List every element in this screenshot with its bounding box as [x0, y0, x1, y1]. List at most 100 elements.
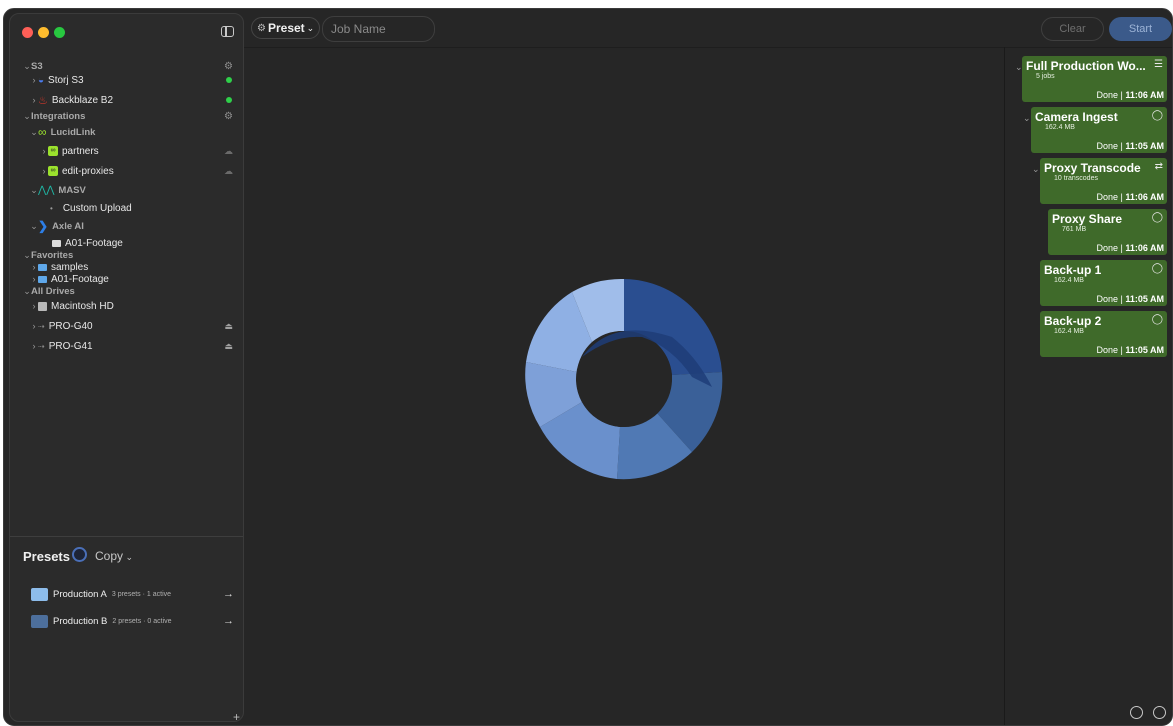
sidebar-item-pro-g41[interactable]: › ⇢ PRO-G41 ⏏ [30, 338, 243, 354]
status-dot-icon [226, 97, 232, 103]
section-label: All Drives [31, 285, 75, 297]
preset-group-row[interactable]: Production B 2 presets · 0 active → [31, 612, 234, 630]
job-card[interactable]: Proxy Transcode ⇄ 10 transcodes Done | 1… [1040, 158, 1167, 204]
start-button[interactable]: Start [1109, 17, 1172, 41]
section-label: S3 [31, 60, 43, 72]
zoom-window-button[interactable] [54, 27, 65, 38]
chevron-down-icon: ⌄ [30, 126, 38, 137]
folder-icon [52, 239, 61, 247]
eject-icon[interactable]: ⏏ [224, 341, 233, 352]
chevron-right-icon: › [32, 301, 36, 311]
chevron-down-icon[interactable]: ⌄ [1032, 164, 1040, 175]
sidebar-item-lucidlink[interactable]: ⌄ ∞ LucidLink [30, 124, 243, 140]
external-drive-icon: ⇢ [38, 321, 45, 331]
sidebar-item-label: Backblaze B2 [51, 94, 114, 106]
folder-icon [31, 587, 48, 601]
toolbar-divider [244, 47, 1172, 48]
masv-logo-icon: ⋀⋀ [38, 184, 55, 196]
arrow-right-icon[interactable]: → [223, 588, 234, 600]
status-dot-icon [226, 77, 232, 83]
cloud-icon: ☁ [224, 165, 233, 176]
status-ring-icon: ◯ [1151, 314, 1163, 325]
job-subtitle: 162.4 MB [1054, 277, 1084, 284]
arrow-right-icon[interactable]: → [223, 615, 234, 627]
sidebar-item-pro-g40[interactable]: › ⇢ PRO-G40 ⏏ [30, 318, 243, 334]
preset-dropdown[interactable]: ⚙ Preset ⌄ [251, 17, 321, 39]
job-status-text: Done [1096, 192, 1118, 202]
sidebar-item-axle-ai[interactable]: ⌄ ❯ Axle AI [30, 218, 243, 234]
sidebar-item-label: MASV [58, 184, 86, 196]
chevron-down-icon: ⌄ [306, 22, 315, 33]
sidebar-toggle-icon[interactable] [221, 26, 234, 37]
job-status: Done | 11:06 AM [1096, 192, 1164, 202]
lucidlink-badge-icon: ∞ [48, 146, 58, 156]
filter-icon[interactable] [1153, 706, 1166, 719]
job-card[interactable]: Proxy Share ◯ 761 MB Done | 11:06 AM [1048, 209, 1167, 255]
minimize-window-button[interactable] [38, 27, 49, 38]
chevron-down-icon: ⌄ [23, 285, 31, 296]
job-time: 11:05 AM [1125, 141, 1164, 151]
sidebar-item-storj[interactable]: › ◒ Storj S3 [30, 72, 243, 88]
add-preset-plus-icon[interactable]: + [233, 710, 240, 721]
status-ring-icon: ◯ [1151, 110, 1163, 121]
sidebar-item-masv[interactable]: ⌄ ⋀⋀ MASV [30, 182, 243, 198]
folder-icon [38, 275, 47, 283]
job-status: Done | 11:05 AM [1096, 345, 1164, 355]
job-subtitle: 162.4 MB [1045, 124, 1075, 131]
job-card[interactable]: Back-up 1 ◯ 162.4 MB Done | 11:05 AM [1040, 260, 1167, 306]
job-subtitle: 761 MB [1062, 226, 1087, 233]
lucidlink-logo-icon: ∞ [38, 125, 47, 139]
sidebar-item-macintosh-hd[interactable]: › Macintosh HD [30, 298, 243, 314]
gear-icon[interactable]: ⚙ [224, 61, 233, 72]
sidebar-item-edit-proxies[interactable]: › ∞ edit-proxies ☁ [40, 163, 243, 179]
sidebar-item-label: Macintosh HD [51, 300, 114, 312]
job-title: Proxy Transcode [1044, 161, 1141, 175]
chevron-down-icon: ⌄ [30, 220, 38, 231]
gear-icon[interactable]: ⚙ [224, 111, 233, 122]
job-status: Done | 11:05 AM [1096, 294, 1164, 304]
folder-icon [31, 614, 48, 628]
chevron-right-icon: › [32, 95, 36, 105]
job-card[interactable]: Back-up 2 ◯ 162.4 MB Done | 11:05 AM [1040, 311, 1167, 357]
job-time: 11:06 AM [1125, 90, 1164, 100]
preset-group-meta: 3 presets · 1 active [111, 590, 172, 598]
job-subtitle: 162.4 MB [1054, 328, 1084, 335]
folder-icon [38, 263, 47, 271]
hard-drive-icon [38, 301, 47, 311]
preset-status-ring-icon[interactable] [72, 547, 87, 562]
sidebar-item-custom-upload[interactable]: • Custom Upload [50, 200, 243, 216]
preset-group-meta: 2 presets · 0 active [112, 617, 172, 625]
history-icon[interactable] [1130, 706, 1143, 719]
preset-group-name: Production A [53, 588, 107, 600]
preset-group-name: Production B [53, 615, 108, 627]
presets-copy-dropdown[interactable]: Copy ⌄ [95, 549, 133, 563]
presets-title: Presets [23, 549, 70, 564]
job-card[interactable]: Full Production Wo... ☰ 5 jobs Done | 11… [1022, 56, 1167, 102]
gear-icon: ⚙ [257, 22, 266, 34]
section-integrations[interactable]: ⌄ Integrations ⚙ [23, 108, 243, 124]
eject-icon[interactable]: ⏏ [224, 321, 233, 332]
close-window-button[interactable] [22, 27, 33, 38]
axle-logo-icon: ❯ [38, 219, 49, 233]
aperture-logo-icon [525, 278, 723, 480]
section-all-drives[interactable]: ⌄ All Drives [23, 283, 243, 299]
preset-dropdown-label: Preset [267, 21, 305, 35]
job-status: Done | 11:05 AM [1096, 141, 1164, 151]
preset-group-row[interactable]: Production A 3 presets · 1 active → [31, 585, 234, 603]
chevron-right-icon: › [32, 75, 36, 85]
sidebar-item-label: Axle AI [52, 220, 84, 232]
chevron-down-icon[interactable]: ⌄ [1023, 113, 1031, 124]
sidebar: ⌄ S3 ⚙ › ◒ Storj S3 › ♨ Backblaze B2 ⌄ I… [9, 13, 244, 722]
workflow-icon: ☰ [1154, 59, 1163, 70]
sidebar-item-label: PRO-G41 [48, 340, 93, 352]
chevron-down-icon: ⌄ [23, 60, 31, 71]
job-subtitle: 5 jobs [1036, 73, 1055, 80]
job-name-input[interactable] [322, 16, 435, 42]
sidebar-item-partners[interactable]: › ∞ partners ☁ [40, 143, 243, 159]
job-time: 11:06 AM [1125, 192, 1164, 202]
clear-button[interactable]: Clear [1041, 17, 1104, 41]
sidebar-item-backblaze[interactable]: › ♨ Backblaze B2 [30, 92, 243, 108]
job-status-text: Done [1096, 141, 1118, 151]
job-title: Proxy Share [1052, 212, 1123, 226]
job-card[interactable]: Camera Ingest ◯ 162.4 MB Done | 11:05 AM [1031, 107, 1167, 153]
